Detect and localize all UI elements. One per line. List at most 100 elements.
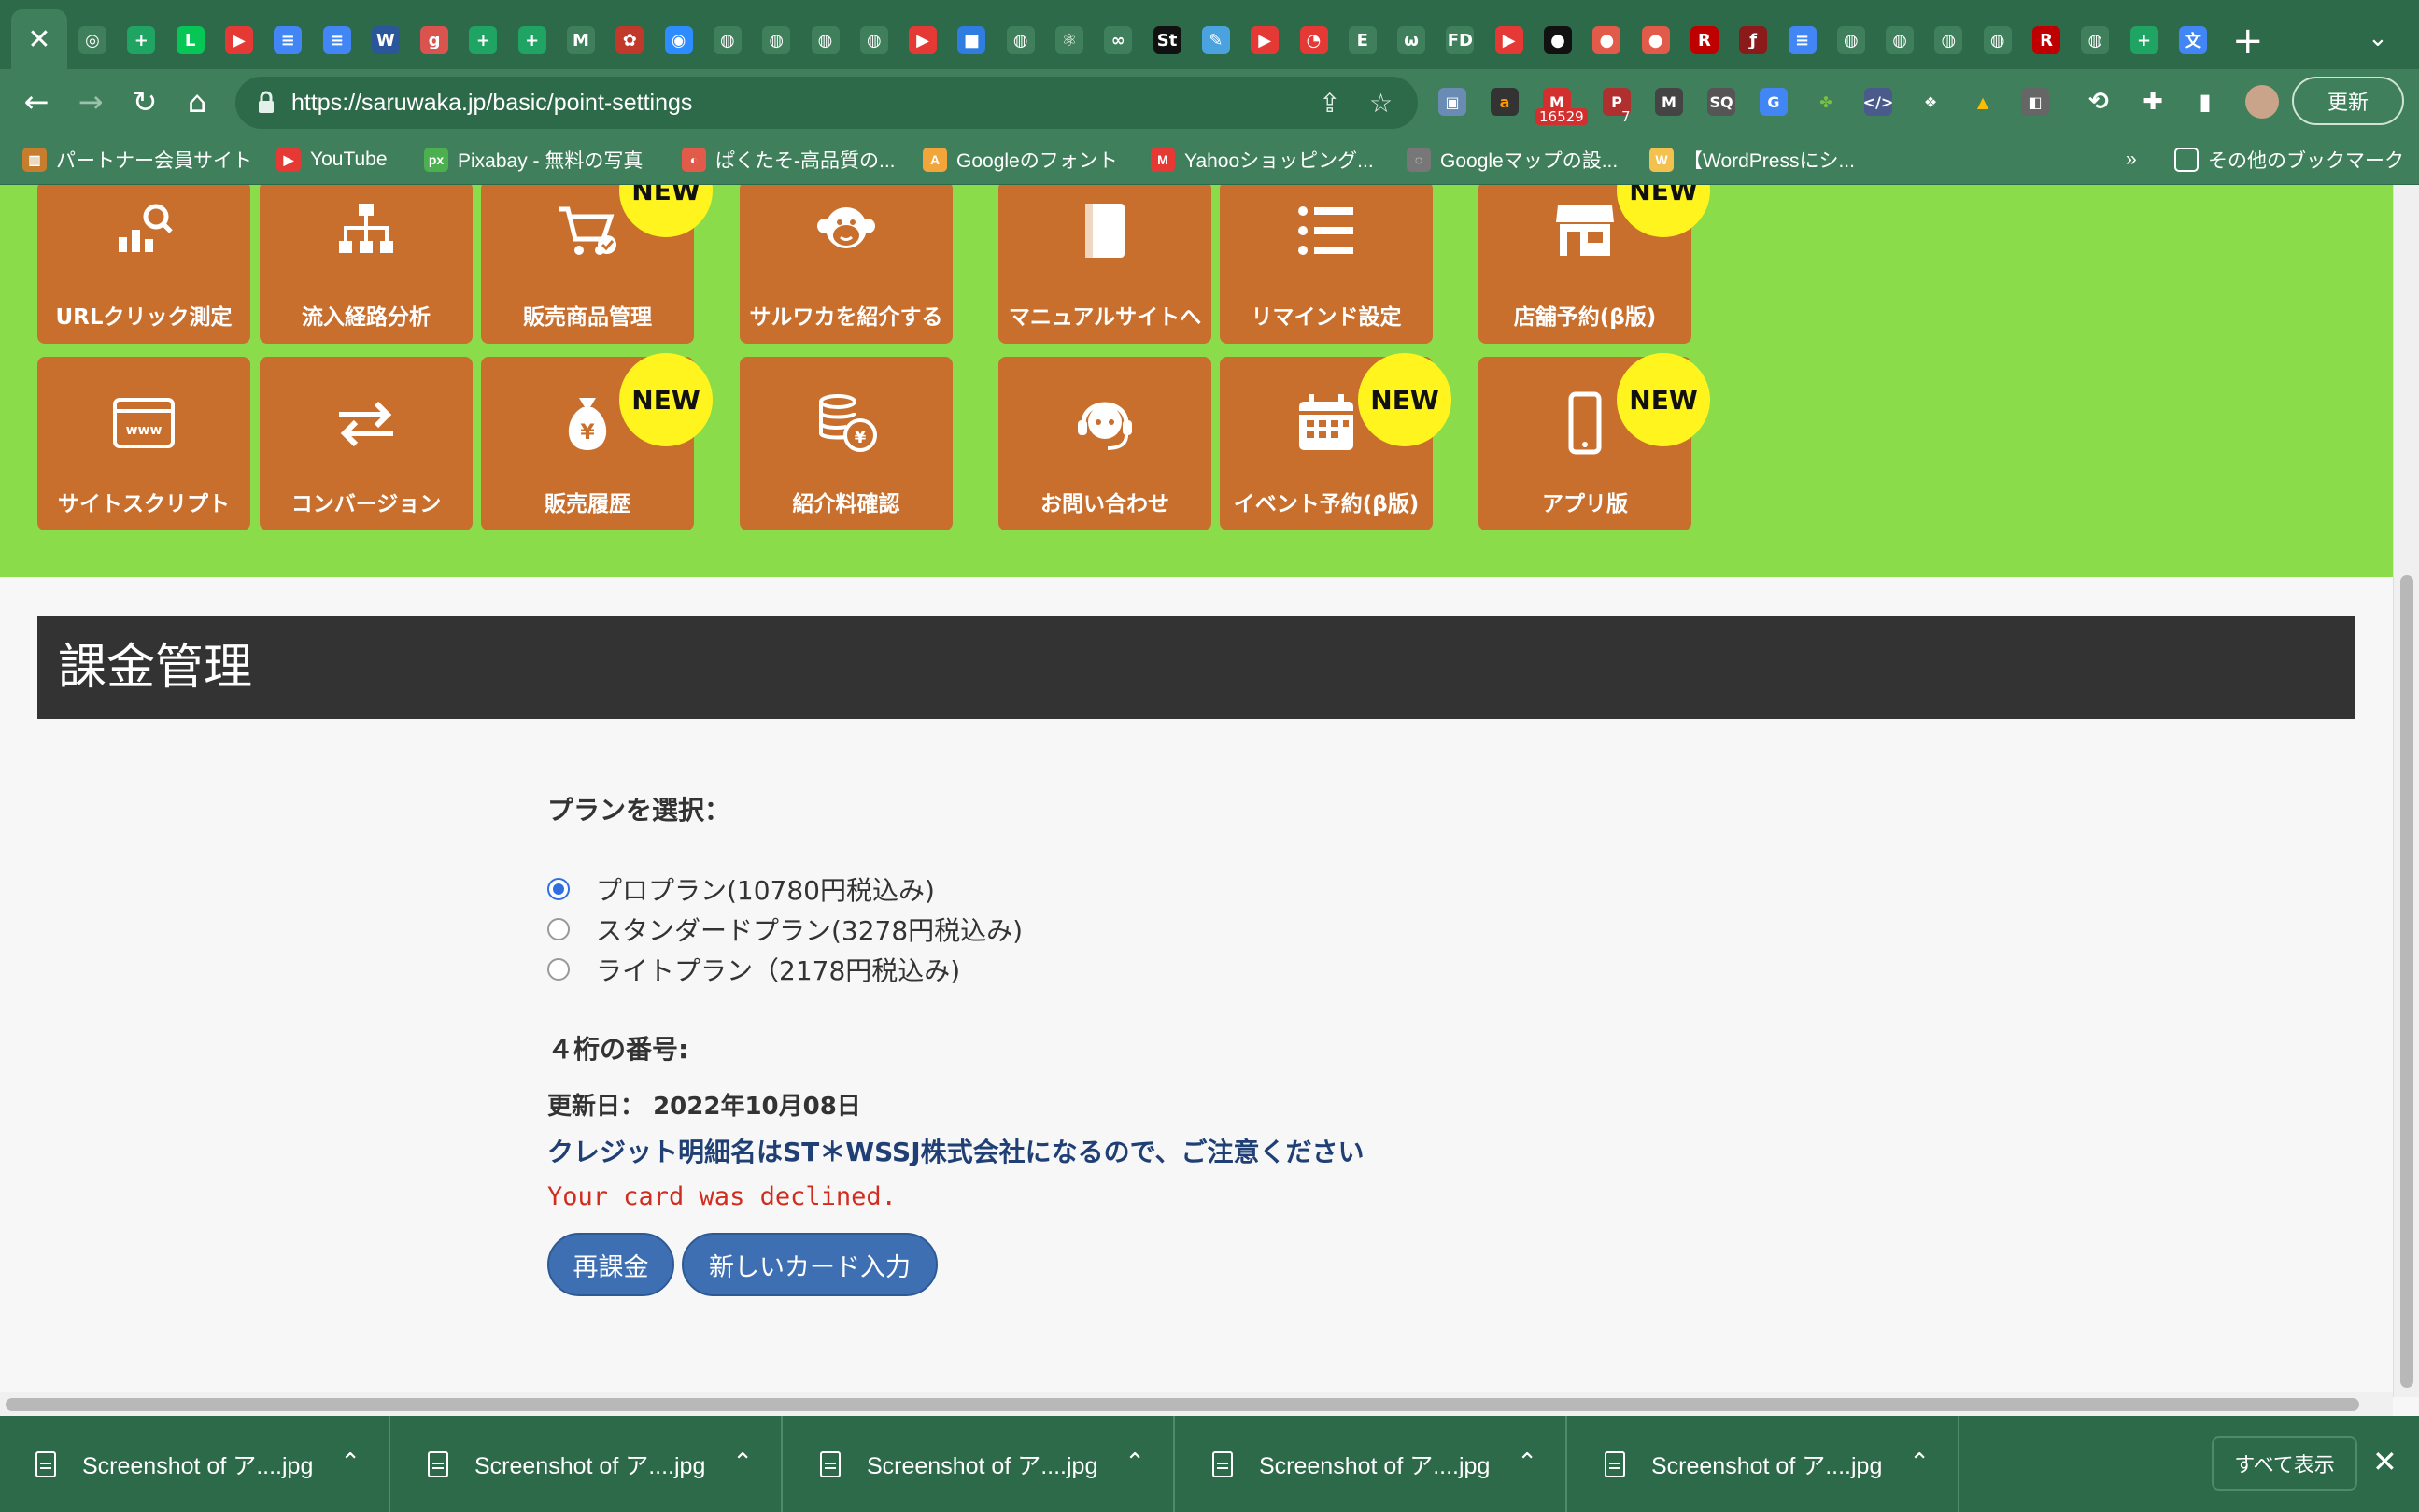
extension-gray-icon[interactable]: ◧: [2021, 88, 2049, 116]
globe-tab-icon[interactable]: ◍: [859, 26, 888, 54]
bookmark-pixabay[interactable]: px Pixabay - 無料の写真: [424, 146, 643, 174]
plan-option-light[interactable]: ライトプラン（2178円税込み): [547, 951, 960, 988]
tab-search-chevron-icon[interactable]: ⌄: [2368, 24, 2388, 52]
globe-tab-icon[interactable]: ◍: [1886, 26, 1915, 54]
profile-avatar[interactable]: [2245, 85, 2279, 119]
globe-tab-icon[interactable]: ◍: [1934, 26, 1963, 54]
menu-tile[interactable]: お問い合わせ: [998, 357, 1211, 530]
menu-tile[interactable]: サルワカを紹介する: [740, 185, 953, 344]
youtube-tab-icon[interactable]: ▶: [1494, 26, 1523, 54]
g-tab-icon[interactable]: g: [420, 26, 449, 54]
chevron-up-icon[interactable]: ⌃: [1517, 1448, 1537, 1477]
meta-tab-icon[interactable]: ∞: [1104, 26, 1133, 54]
bookmark-wordpress[interactable]: W 【WordPressにシ...: [1649, 146, 1855, 174]
extension-drive-icon[interactable]: ▲: [1969, 88, 1997, 116]
chevron-up-icon[interactable]: ⌃: [732, 1448, 753, 1477]
extension-seo-icon[interactable]: SQ: [1707, 88, 1735, 116]
globe-tab-icon[interactable]: ◍: [1006, 26, 1035, 54]
sheets-tab-icon[interactable]: +: [2129, 26, 2158, 54]
sheets-tab-icon[interactable]: +: [127, 26, 156, 54]
tooth-tab-icon[interactable]: ω: [1397, 26, 1426, 54]
globe-tab-icon[interactable]: ◍: [713, 26, 742, 54]
st-tab-icon[interactable]: St: [1153, 26, 1181, 54]
extension-dropbox-icon[interactable]: ❖: [1917, 88, 1945, 116]
download-item[interactable]: Screenshot of ア....jpg ⌃: [1177, 1416, 1567, 1512]
radio-standard[interactable]: [547, 918, 570, 940]
menu-tile[interactable]: ¥ 紹介料確認: [740, 357, 953, 530]
show-all-downloads-button[interactable]: すべて表示: [2212, 1436, 2357, 1491]
new-card-button[interactable]: 新しいカード入力: [682, 1233, 938, 1296]
youtube-tab-icon[interactable]: ▶: [224, 26, 253, 54]
gmail-tab-icon[interactable]: M: [567, 26, 595, 54]
extensions-puzzle-icon[interactable]: ✚: [2139, 88, 2167, 116]
plan-option-standard[interactable]: スタンダードプラン(3278円税込み): [547, 911, 1023, 948]
fd-tab-icon[interactable]: FD: [1446, 26, 1475, 54]
bookmark-google-maps[interactable]: ◌ Googleマップの設...: [1407, 146, 1618, 174]
radio-light[interactable]: [547, 958, 570, 981]
chevron-up-icon[interactable]: ⌃: [1125, 1448, 1145, 1477]
record-tab-icon[interactable]: ●: [1592, 26, 1621, 54]
docs-tab-icon[interactable]: ≡: [1788, 26, 1817, 54]
globe-tab-icon[interactable]: ◍: [811, 26, 840, 54]
active-tab[interactable]: ✕: [11, 9, 67, 69]
line-tab-icon[interactable]: L: [176, 26, 205, 54]
e-tab-icon[interactable]: E: [1348, 26, 1377, 54]
word-tab-icon[interactable]: W: [371, 26, 400, 54]
pdf-tab-icon[interactable]: ◔: [1299, 26, 1328, 54]
globe-tab-icon[interactable]: ◍: [762, 26, 791, 54]
square-tab-icon[interactable]: ■: [957, 26, 986, 54]
bookmark-partner-site[interactable]: ▥ パートナー会員サイト: [22, 146, 252, 174]
vertical-scroll-thumb[interactable]: [2400, 575, 2413, 1388]
chrome-tab-icon[interactable]: ◎: [78, 26, 106, 54]
radio-pro[interactable]: [547, 878, 570, 900]
download-item[interactable]: Screenshot of ア....jpg ⌃: [1569, 1416, 1959, 1512]
download-item[interactable]: Screenshot of ア....jpg ⌃: [0, 1416, 390, 1512]
menu-tile[interactable]: 流入経路分析: [260, 185, 473, 344]
menu-tile[interactable]: コンバージョン: [260, 357, 473, 530]
bookmark-yahoo-shopping[interactable]: M Yahooショッピング...: [1151, 146, 1374, 174]
extension-amazon-icon[interactable]: a: [1491, 88, 1519, 116]
docs-tab-icon[interactable]: ≡: [274, 26, 303, 54]
close-downloads-icon[interactable]: ✕: [2372, 1444, 2398, 1479]
react-tab-icon[interactable]: ⚛: [1055, 26, 1083, 54]
bookmark-youtube[interactable]: ▶ YouTube: [276, 146, 388, 174]
new-tab-button[interactable]: +: [2232, 19, 2264, 64]
bookmark-star-icon[interactable]: ☆: [1369, 88, 1393, 119]
menu-tile[interactable]: マニュアルサイトへ: [998, 185, 1211, 344]
youtube-tab-icon[interactable]: ▶: [909, 26, 938, 54]
extension-m-icon[interactable]: M: [1655, 88, 1683, 116]
url-text[interactable]: https://saruwaka.jp/basic/point-settings: [291, 90, 692, 117]
chevron-up-icon[interactable]: ⌃: [1909, 1448, 1930, 1477]
horizontal-scroll-thumb[interactable]: [6, 1398, 2359, 1411]
script-tab-icon[interactable]: ƒ: [1739, 26, 1768, 54]
record-tab-icon[interactable]: ●: [1641, 26, 1670, 54]
sheets-tab-icon[interactable]: +: [469, 26, 498, 54]
download-item[interactable]: Screenshot of ア....jpg ⌃: [785, 1416, 1175, 1512]
docs-tab-icon[interactable]: ≡: [322, 26, 351, 54]
zoom-tab-icon[interactable]: ◉: [664, 26, 693, 54]
record-tab-icon[interactable]: ●: [1544, 26, 1572, 54]
globe-tab-icon[interactable]: ◍: [1983, 26, 2012, 54]
youtube-tab-icon[interactable]: ▶: [1251, 26, 1280, 54]
vertical-scrollbar[interactable]: [2393, 185, 2419, 1397]
bookmark-pakutaso[interactable]: ◐ ぱくたそ-高品質の...: [682, 146, 896, 174]
other-bookmarks-folder[interactable]: その他のブックマーク: [2174, 146, 2404, 174]
sync-icon[interactable]: ⟲: [2085, 88, 2113, 116]
extension-google-icon[interactable]: G: [1760, 88, 1788, 116]
extension-code-icon[interactable]: </>: [1863, 88, 1893, 116]
back-button[interactable]: ←: [17, 82, 56, 121]
rakuten-tab-icon[interactable]: R: [1690, 26, 1719, 54]
plan-option-pro[interactable]: プロプラン(10780円税込み): [547, 870, 935, 908]
rakuten-tab-icon[interactable]: R: [2032, 26, 2060, 54]
app-tab-icon[interactable]: ✿: [615, 26, 644, 54]
horizontal-scrollbar[interactable]: [0, 1392, 2393, 1416]
share-icon[interactable]: ⇪: [1319, 88, 1340, 119]
download-item[interactable]: Screenshot of ア....jpg ⌃: [392, 1416, 783, 1512]
menu-tile[interactable]: www サイトスクリプト: [37, 357, 250, 530]
home-button[interactable]: ⌂: [177, 82, 217, 121]
recharge-button[interactable]: 再課金: [547, 1233, 674, 1296]
bookmarks-overflow-button[interactable]: »: [2126, 146, 2137, 174]
extension-clover-icon[interactable]: ✤: [1812, 88, 1840, 116]
extension-image-icon[interactable]: ▣: [1438, 88, 1466, 116]
reload-button[interactable]: ↻: [125, 82, 164, 121]
